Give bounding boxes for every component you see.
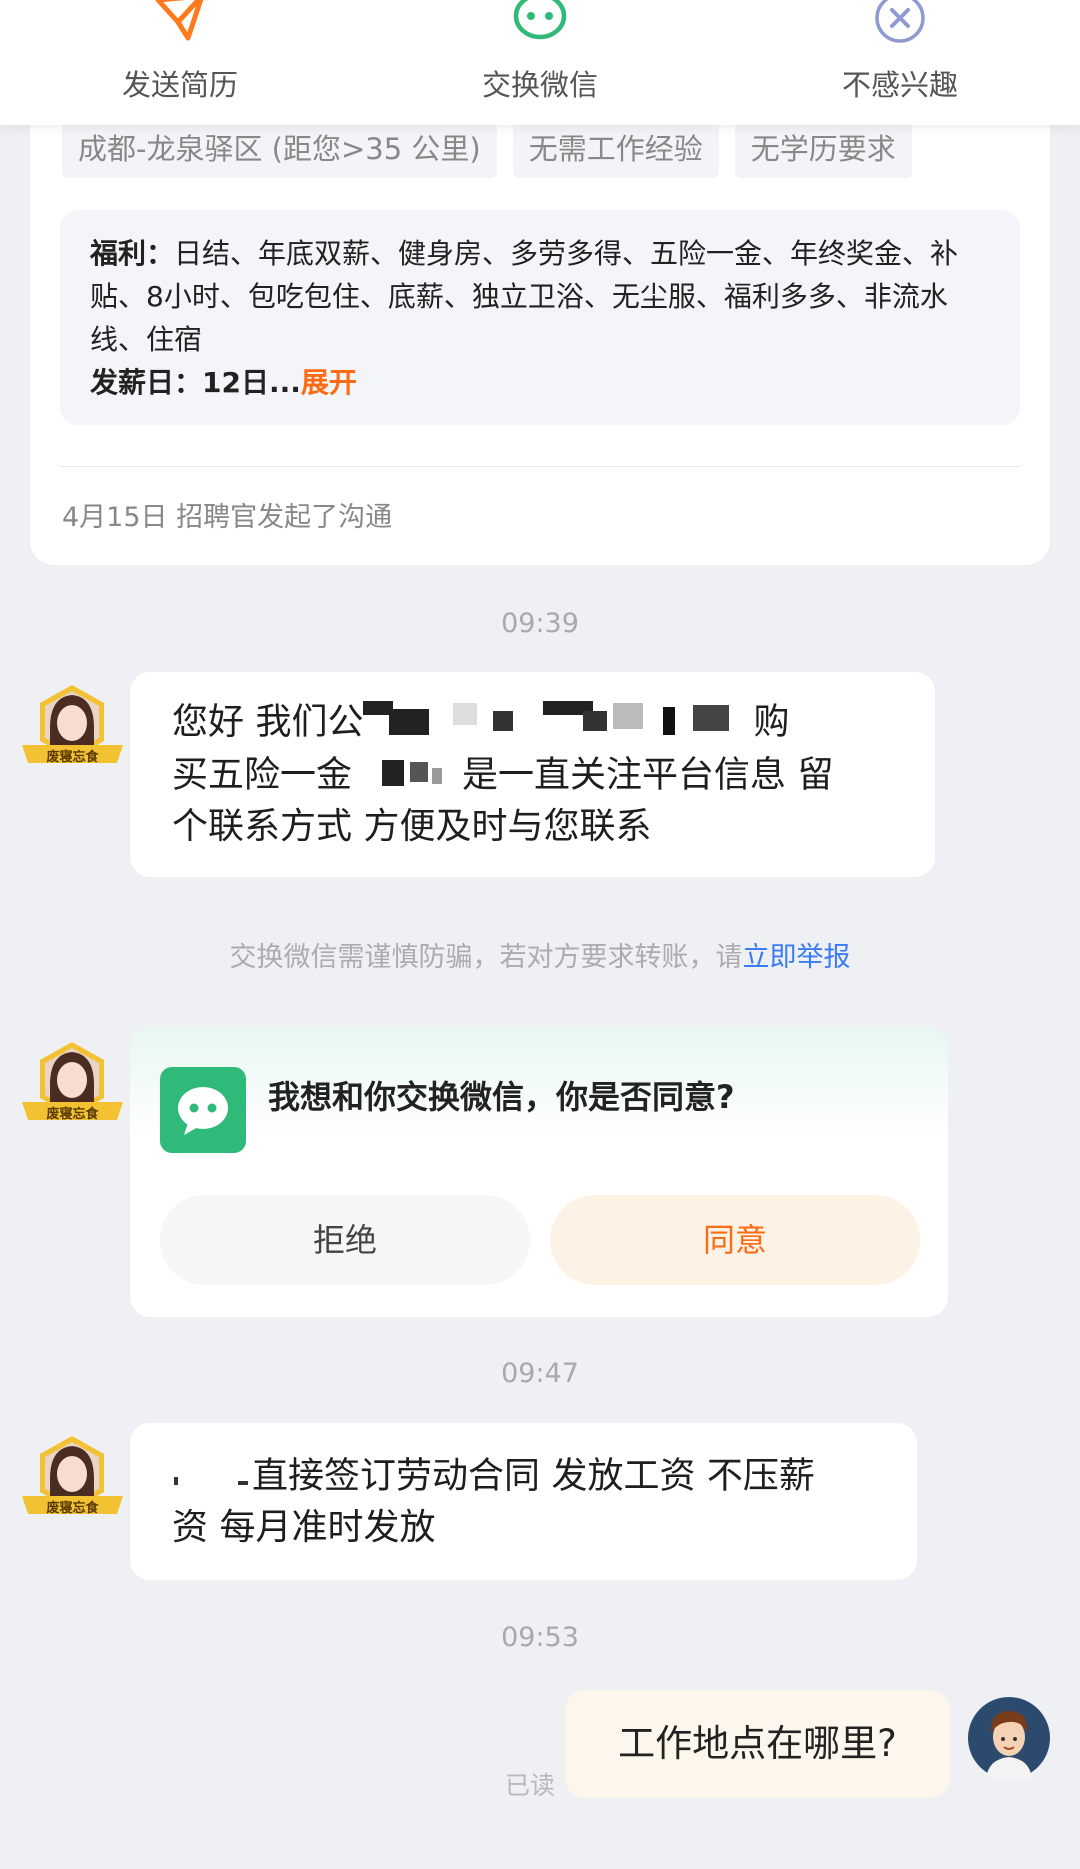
- exchange-wechat-label: 交换微信: [481, 68, 598, 102]
- payday-label: 发薪日：: [90, 366, 203, 399]
- wechat-request-text: 我想和你交换微信，你是否同意?: [268, 1078, 735, 1116]
- message-segment: 直接签订劳动合同 发放工资 不压薪: [252, 1455, 815, 1497]
- censor-mosaic: [363, 697, 753, 750]
- benefits-list: 日结、年底双薪、健身房、多劳多得、五险一金、年终奖金、补贴、8小时、包吃包住、底…: [90, 237, 959, 356]
- job-tags: 成都-龙泉驿区 (距您>35 公里) 无需工作经验 无学历要求: [62, 120, 912, 178]
- not-interested-button[interactable]: 不感兴趣: [750, 0, 1050, 125]
- timestamp: 09:53: [501, 1622, 579, 1653]
- message-segment: 您好 我们公: [172, 701, 364, 743]
- recruiter-avatar[interactable]: 废寝忘食: [20, 683, 125, 775]
- recruiter-avatar[interactable]: 废寝忘食: [20, 1434, 125, 1526]
- message-line: 买五险一金 是一直关注平台信息 留: [172, 750, 902, 803]
- my-message: 工作地点在哪里?: [565, 1690, 950, 1798]
- safety-notice: 交换微信需谨慎防骗，若对方要求转账，请立即举报: [0, 935, 1080, 974]
- conversation-started-text: 4月15日 招聘官发起了沟通: [62, 502, 393, 533]
- not-interested-label: 不感兴趣: [841, 68, 958, 102]
- agree-button[interactable]: 同意: [550, 1195, 920, 1285]
- recruiter-avatar[interactable]: 废寝忘食: [20, 1040, 125, 1132]
- timestamp: 09:39: [501, 608, 579, 639]
- benefits-label: 福利：: [90, 237, 175, 270]
- read-status: 已读: [505, 1771, 556, 1800]
- report-link[interactable]: 立即举报: [743, 942, 851, 973]
- timestamp: 09:47: [501, 1358, 579, 1389]
- message-line: 直接签订劳动合同 发放工资 不压薪: [172, 1451, 892, 1504]
- wechat-icon: [160, 1067, 246, 1153]
- notice-text: 交换微信需谨慎防骗，若对方要求转账，请: [229, 942, 743, 973]
- message-line: 您好 我们公 购: [172, 697, 902, 750]
- message-segment: 购: [753, 701, 790, 743]
- send-resume-label: 发送简历: [121, 68, 238, 102]
- censor-mosaic: [172, 1451, 252, 1504]
- message-segment: 买五险一金: [172, 754, 353, 796]
- divider: [60, 466, 1020, 467]
- education-tag: 无学历要求: [734, 120, 912, 178]
- message-text: 您好 我们公 购 买五险一金 是一直关注平台信息 留 个联系方式 方便及时与您联系: [172, 697, 902, 851]
- recruiter-message: 直接签订劳动合同 发放工资 不压薪 资 每月准时发放: [130, 1423, 917, 1580]
- payday-text: 发薪日：12日...展开: [90, 361, 990, 404]
- message-line: 资 每月准时发放: [172, 1507, 436, 1548]
- wechat-exchange-card: 我想和你交换微信，你是否同意? 拒绝 同意: [130, 1027, 948, 1317]
- message-line: 个联系方式 方便及时与您联系: [172, 806, 652, 847]
- refuse-button[interactable]: 拒绝: [160, 1195, 530, 1285]
- avatar-badge-text: 废寝忘食: [46, 750, 99, 765]
- my-avatar[interactable]: [968, 1697, 1050, 1779]
- job-card: 成都-龙泉驿区 (距您>35 公里) 无需工作经验 无学历要求 福利：日结、年底…: [30, 90, 1050, 565]
- payday-value: 12日...: [202, 366, 301, 399]
- benefits-text: 福利：日结、年底双薪、健身房、多劳多得、五险一金、年终奖金、补贴、8小时、包吃包…: [90, 232, 990, 361]
- message-text: 直接签订劳动合同 发放工资 不压薪 资 每月准时发放: [172, 1451, 892, 1552]
- avatar-badge-text: 废寝忘食: [46, 1107, 99, 1122]
- send-icon: [150, 0, 210, 48]
- close-circle-icon: [872, 0, 928, 50]
- exchange-wechat-button[interactable]: 交换微信: [390, 0, 690, 125]
- benefits-box: 福利：日结、年底双薪、健身房、多劳多得、五险一金、年终奖金、补贴、8小时、包吃包…: [60, 210, 1020, 425]
- message-segment: 是一直关注平台信息 留: [462, 754, 834, 796]
- censor-mosaic: [352, 750, 462, 803]
- expand-link[interactable]: 展开: [301, 366, 357, 399]
- recruiter-message: 您好 我们公 购 买五险一金 是一直关注平台信息 留 个联系方式 方便及时与您联系: [130, 672, 935, 877]
- experience-tag: 无需工作经验: [512, 120, 719, 178]
- send-resume-button[interactable]: 发送简历: [30, 0, 330, 125]
- avatar-badge-text: 废寝忘食: [46, 1501, 99, 1516]
- top-action-bar: 发送简历 交换微信 不感兴趣: [0, 0, 1080, 125]
- wechat-icon: [512, 0, 568, 48]
- location-tag: 成都-龙泉驿区 (距您>35 公里): [62, 120, 497, 178]
